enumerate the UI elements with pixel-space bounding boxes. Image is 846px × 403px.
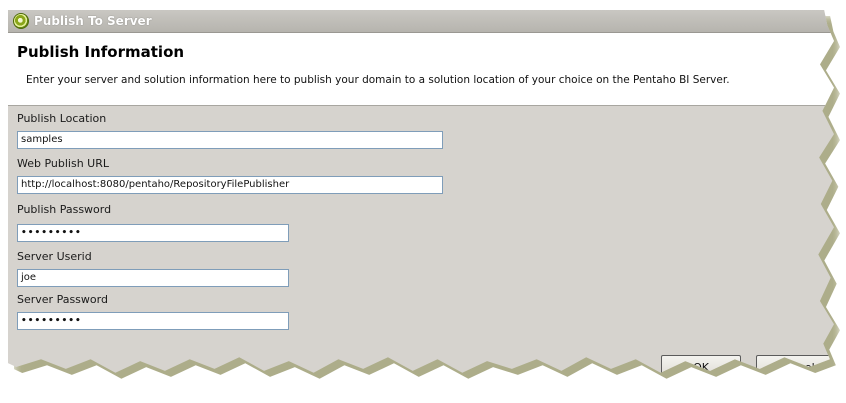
server-userid-label: Server Userid <box>17 250 92 263</box>
pentaho-logo-icon <box>13 13 29 29</box>
window-title: Publish To Server <box>34 14 152 28</box>
server-password-input[interactable]: ••••••••• <box>17 312 289 330</box>
publish-dialog: Publish To Server Publish Information En… <box>8 10 834 373</box>
server-password-label: Server Password <box>17 293 108 306</box>
publish-password-label: Publish Password <box>17 203 112 216</box>
publish-location-label: Publish Location <box>17 112 107 125</box>
server-userid-input[interactable]: joe <box>17 269 289 287</box>
title-bar[interactable]: Publish To Server <box>8 10 834 33</box>
banner-heading: Publish Information <box>17 43 185 61</box>
screenshot-frame: Publish To Server Publish Information En… <box>0 0 846 403</box>
web-publish-url-input[interactable]: http://localhost:8080/pentaho/Repository… <box>17 176 443 194</box>
banner-description: Enter your server and solution informati… <box>26 74 730 86</box>
publish-password-input[interactable]: ••••••••• <box>17 224 289 242</box>
header-banner: Publish Information Enter your server an… <box>8 33 834 106</box>
publish-location-input[interactable]: samples <box>17 131 443 149</box>
web-publish-url-label: Web Publish URL <box>17 157 110 170</box>
